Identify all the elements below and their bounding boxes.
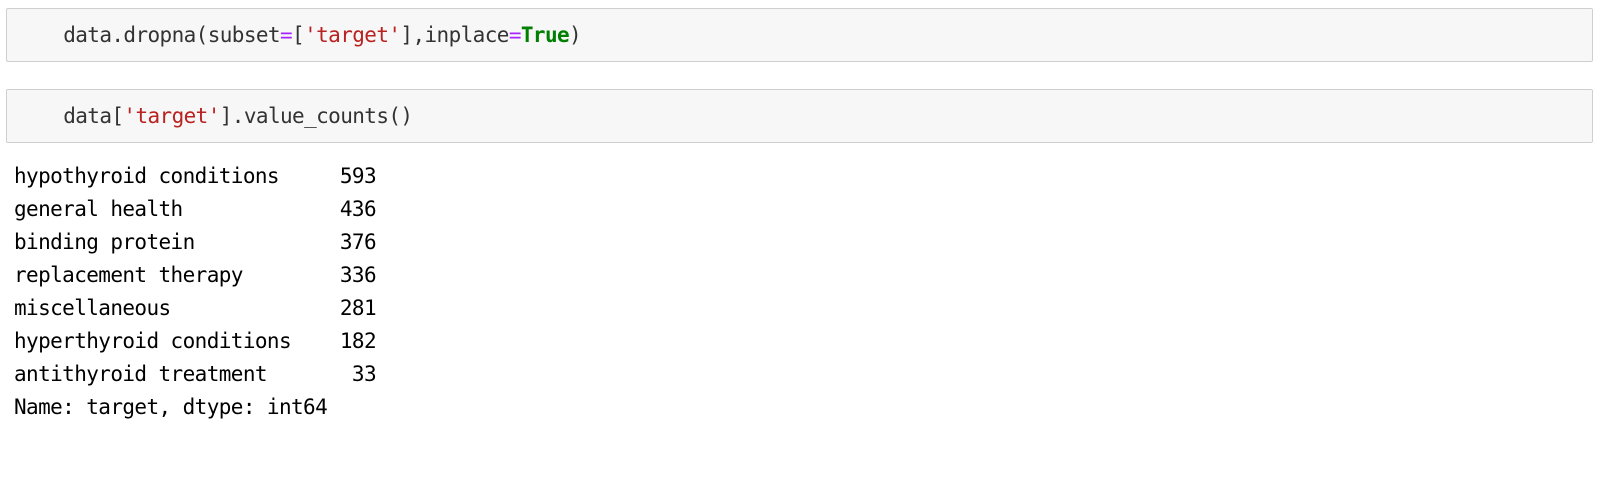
code-token-string: 'target' (304, 23, 401, 47)
output-row: binding protein 376 (14, 226, 377, 259)
output-row-count: 336 (339, 263, 377, 287)
output-row: hypothyroid conditions 593 (14, 160, 377, 193)
code-token: data.dropna(subset (63, 23, 280, 47)
code-token: ],inplace (400, 23, 509, 47)
code-token-keyword: True (520, 23, 570, 47)
output-row-label: hypothyroid conditions (14, 164, 280, 188)
output-row-count: 436 (339, 197, 377, 221)
code-token: ) (569, 23, 582, 47)
code-token-operator: = (508, 23, 522, 47)
output-row-label: antithyroid treatment (14, 362, 268, 386)
code-token: ].value_counts() (219, 104, 413, 128)
output-row-count: 182 (339, 329, 377, 353)
code-line-value-counts[interactable]: data['target'].value_counts() (15, 80, 413, 152)
output-row-label: replacement therapy (14, 263, 243, 287)
output-row-label: binding protein (14, 230, 195, 254)
code-token: data[ (63, 104, 124, 128)
output-row: miscellaneous 281 (14, 292, 377, 325)
output-row-label: hyperthyroid conditions (14, 329, 292, 353)
output-row-label: miscellaneous (14, 296, 171, 320)
output-row-count: 281 (339, 296, 377, 320)
code-token-operator: = (279, 23, 293, 47)
code-token-string: 'target' (123, 104, 220, 128)
output-row-count: 33 (351, 362, 377, 386)
output-row: antithyroid treatment 33 (14, 358, 377, 391)
output-row-count: 376 (339, 230, 377, 254)
code-cell-value-counts[interactable]: data['target'].value_counts() (6, 89, 1593, 143)
code-line-dropna[interactable]: data.dropna(subset=['target'],inplace=Tr… (15, 0, 582, 71)
output-row: general health 436 (14, 193, 377, 226)
output-row-label: general health (14, 197, 183, 221)
code-token: [ (292, 23, 305, 47)
cell-output: hypothyroid conditions 593 general healt… (14, 160, 377, 424)
output-row-count: 593 (339, 164, 377, 188)
output-row: replacement therapy 336 (14, 259, 377, 292)
output-row: hyperthyroid conditions 182 (14, 325, 377, 358)
code-cell-dropna[interactable]: data.dropna(subset=['target'],inplace=Tr… (6, 8, 1593, 62)
